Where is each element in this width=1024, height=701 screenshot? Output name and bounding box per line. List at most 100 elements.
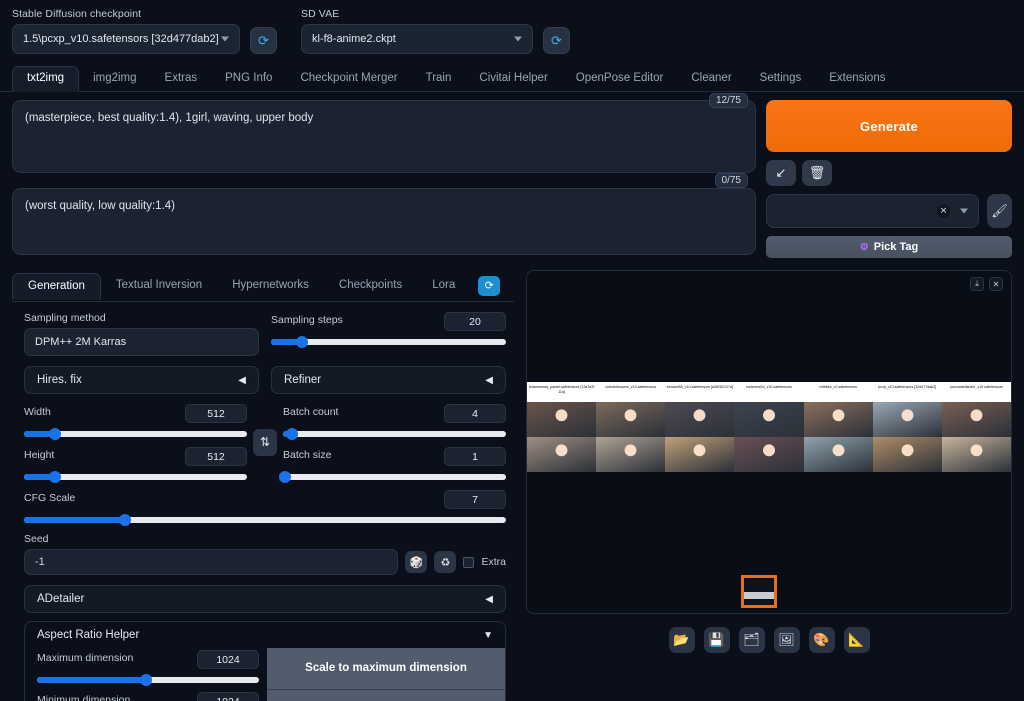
generate-button[interactable]: Generate (766, 100, 1012, 152)
download-image-button[interactable]: ⤓ (970, 277, 984, 291)
clear-prompt-button[interactable]: 🗑 (802, 160, 832, 186)
grid-thumbnail[interactable] (803, 402, 873, 437)
grid-column (872, 402, 942, 472)
positive-prompt-input[interactable] (12, 100, 756, 173)
cfg-value[interactable]: 7 (444, 490, 506, 509)
subtab-lora[interactable]: Lora (417, 273, 470, 299)
seed-input[interactable]: -1 (24, 549, 399, 575)
grid-column (596, 402, 666, 472)
height-slider[interactable] (24, 471, 247, 483)
grid-thumbnail[interactable] (596, 402, 666, 437)
random-seed-button[interactable]: 🎲 (405, 551, 428, 573)
grid-thumbnail[interactable] (872, 402, 942, 437)
sampling-steps-value[interactable]: 20 (444, 312, 506, 331)
restore-progress-button[interactable]: ↙ (766, 160, 796, 186)
batch-size-slider[interactable] (279, 471, 506, 483)
tab-txt2img[interactable]: txt2img (12, 65, 80, 92)
pick-tag-button[interactable]: ⚙ Pick Tag (766, 236, 1012, 258)
grid-thumbnail[interactable] (527, 402, 597, 437)
batch-count-slider[interactable] (283, 428, 506, 440)
xyz-grid-image[interactable]: butamanmix_pastel.safetensors [13e1e2f11… (527, 382, 1011, 472)
scale-to-maximum-button[interactable]: Scale to maximum dimension (267, 648, 505, 690)
sampling-method-select[interactable]: DPM++ 2M Karras (24, 328, 259, 356)
tab-cleaner[interactable]: Cleaner (677, 67, 745, 92)
adetailer-label: ADetailer (37, 593, 85, 605)
grid-thumbnail[interactable] (803, 437, 873, 472)
subtab-generation[interactable]: Generation (12, 272, 101, 301)
max-dimension-label: Maximum dimension (37, 651, 134, 664)
grid-column-label: cutedelicusmix_v10.safetensors (605, 385, 657, 389)
tab-extras[interactable]: Extras (151, 67, 212, 92)
tab-img2img[interactable]: img2img (79, 67, 150, 92)
max-dimension-slider[interactable] (37, 674, 259, 686)
width-slider[interactable] (24, 428, 247, 440)
scale-to-minimum-button[interactable]: Scale to minimum dimension (267, 689, 505, 701)
chevron-down-icon (960, 208, 968, 214)
tab-png-info[interactable]: PNG Info (211, 67, 286, 92)
image-preview[interactable]: ⤓ ✕ butamanmix_pastel.safetensors [13e1e… (526, 270, 1012, 614)
min-dimension-value[interactable]: 1024 (197, 692, 259, 701)
close-preview-button[interactable]: ✕ (989, 277, 1003, 291)
grid-thumbnail[interactable] (734, 402, 804, 437)
tab-civitai-helper[interactable]: Civitai Helper (465, 67, 561, 92)
send-to-img2img-button[interactable]: 🖼 (773, 627, 800, 653)
batch-column: Batch count 4 Batch size 1 (279, 404, 506, 483)
max-dimension-value[interactable]: 1024 (197, 650, 259, 669)
main-body: Generation Textual Inversion Hypernetworks… (0, 260, 1024, 701)
grid-thumbnail[interactable] (596, 437, 666, 472)
grid-column-label: furnace65_v10.safetensors [a38282127a] (666, 385, 734, 389)
grid-thumbnail[interactable] (941, 402, 1011, 437)
grid-thumbnail[interactable] (665, 437, 735, 472)
tab-extensions[interactable]: Extensions (815, 67, 899, 92)
grid-thumbnail[interactable] (527, 437, 597, 472)
negative-prompt-input[interactable] (12, 188, 756, 255)
batch-count-value[interactable]: 4 (444, 404, 506, 423)
save-zip-button[interactable]: 🗂 (738, 627, 765, 653)
sampling-method-label: Sampling method (24, 312, 106, 324)
grid-thumbnail[interactable] (941, 437, 1011, 472)
checkpoint-toolbar: Stable Diffusion checkpoint 1.5\pcxp_v10… (0, 0, 1024, 60)
aspect-ratio-helper-header[interactable]: Aspect Ratio Helper ▼ (25, 622, 505, 648)
apply-style-button[interactable]: 🖌 (987, 194, 1012, 228)
batch-size-value[interactable]: 1 (444, 447, 506, 466)
sampling-steps-field: Sampling steps 20 (271, 312, 506, 356)
vae-select[interactable]: kl-f8-anime2.ckpt (301, 24, 533, 54)
tab-settings[interactable]: Settings (746, 67, 816, 92)
height-value[interactable]: 512 (185, 447, 247, 466)
grid-thumbnails (527, 402, 1011, 472)
send-to-extras-button[interactable]: 📐 (843, 627, 870, 653)
styles-select[interactable]: ✕ (766, 194, 979, 228)
swap-icon: ⇅ (259, 435, 271, 449)
grid-thumbnail[interactable] (872, 437, 942, 472)
refresh-checkpoints-button[interactable]: ⟳ (250, 27, 277, 54)
send-to-inpaint-button[interactable]: 🎨 (808, 627, 835, 653)
subtab-textual-inversion[interactable]: Textual Inversion (101, 273, 217, 299)
send-to-inpaint-icon: 🎨 (813, 632, 830, 647)
tab-checkpoint-merger[interactable]: Checkpoint Merger (286, 67, 411, 92)
checkpoint-select[interactable]: 1.5\pcxp_v10.safetensors [32d477dab2] (12, 24, 240, 54)
subtab-checkpoints[interactable]: Checkpoints (324, 273, 417, 299)
subtab-hypernetworks[interactable]: Hypernetworks (217, 273, 324, 299)
swap-dimensions-button[interactable]: ⇅ (253, 428, 277, 456)
refiner-accordion[interactable]: Refiner ◀ (271, 366, 506, 394)
save-button[interactable]: 💾 (703, 627, 730, 653)
grid-thumbnail[interactable] (665, 402, 735, 437)
cfg-slider[interactable] (24, 514, 506, 526)
refresh-networks-icon[interactable]: ⟳ (478, 275, 501, 296)
sampling-steps-slider[interactable] (271, 336, 506, 348)
selected-thumbnail[interactable] (741, 575, 777, 608)
adetailer-accordion[interactable]: ADetailer ◀ (24, 585, 506, 613)
reuse-seed-button[interactable]: ♻ (434, 551, 457, 573)
clear-styles-icon[interactable]: ✕ (937, 204, 950, 218)
width-value[interactable]: 512 (185, 404, 247, 423)
tab-openpose-editor[interactable]: OpenPose Editor (562, 67, 678, 92)
batch-count-label: Batch count (283, 405, 339, 418)
open-folder-button[interactable]: 📂 (668, 627, 695, 653)
extra-seed-checkbox[interactable] (463, 556, 475, 568)
sampler-row: Sampling method DPM++ 2M Karras Sampling… (24, 312, 506, 356)
tab-train[interactable]: Train (412, 67, 466, 92)
hires-fix-accordion[interactable]: Hires. fix ◀ (24, 366, 259, 394)
refresh-vae-button[interactable]: ⟳ (543, 27, 570, 54)
settings-pane: Generation Textual Inversion Hypernetworks… (12, 270, 514, 701)
grid-thumbnail[interactable] (734, 437, 804, 472)
